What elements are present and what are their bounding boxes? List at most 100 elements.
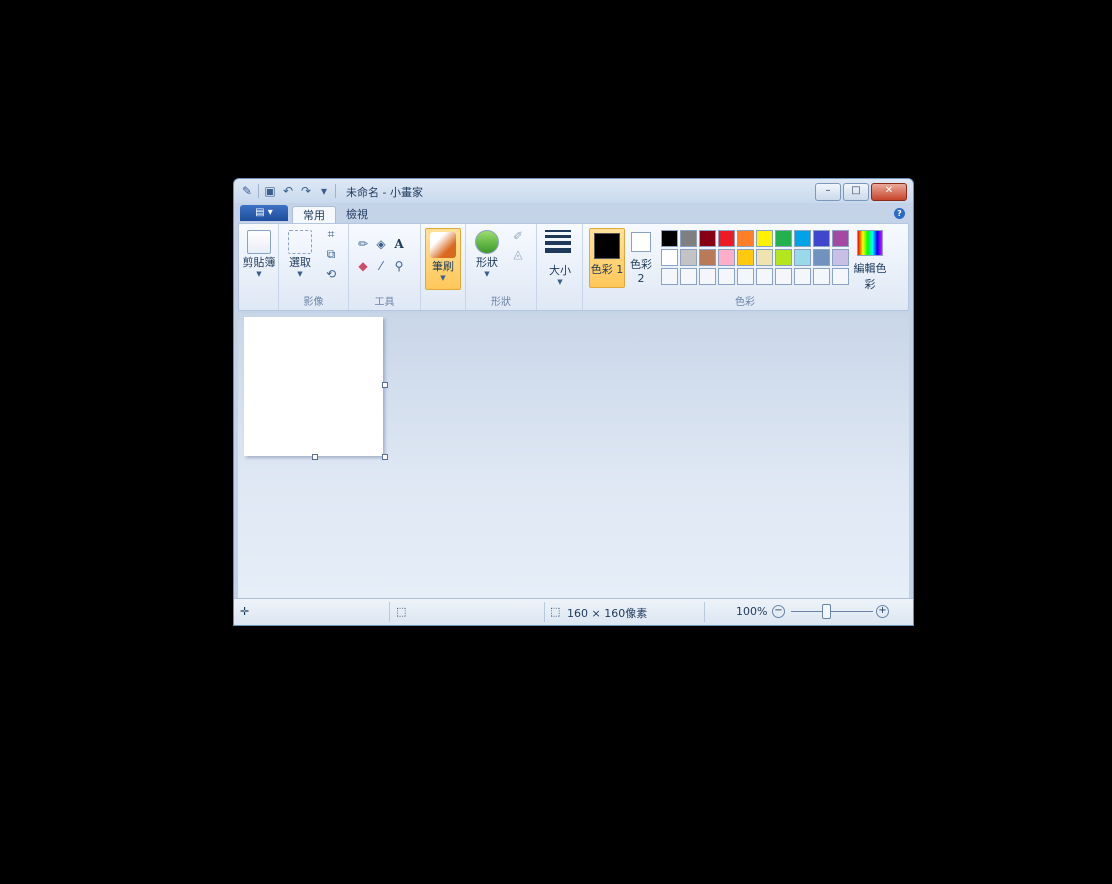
select-rectangle-icon: [288, 230, 312, 254]
color-swatch[interactable]: [661, 268, 678, 285]
close-button[interactable]: ✕: [871, 183, 907, 201]
dropdown-arrow-icon: ▼: [557, 278, 563, 286]
title-bar: ✎ ▣ ↶ ↷ ▾ 未命名 - 小畫家 – □ ✕: [234, 179, 913, 203]
resize-handle-corner[interactable]: [382, 454, 388, 460]
edit-colors-icon: [857, 230, 883, 256]
size-button[interactable]: 大小 ▼: [541, 262, 579, 286]
colors-group: 色彩 1 色彩 2 編輯色彩 色彩: [585, 224, 905, 310]
redo-icon[interactable]: ↷: [299, 184, 313, 198]
color1-button[interactable]: 色彩 1: [589, 228, 625, 288]
select-label: 選取: [289, 256, 311, 269]
select-button[interactable]: 選取 ▼: [283, 230, 317, 278]
color-swatch[interactable]: [794, 268, 811, 285]
zoom-level: 100%: [736, 605, 768, 618]
canvas-area[interactable]: [238, 313, 909, 599]
undo-icon[interactable]: ↶: [281, 184, 295, 198]
color-picker-icon[interactable]: ⁄: [373, 258, 389, 274]
paint-menu-button[interactable]: ▤ ▾: [240, 205, 288, 221]
drawing-canvas[interactable]: [244, 317, 383, 456]
color-swatch[interactable]: [680, 230, 697, 247]
color-swatch[interactable]: [756, 249, 773, 266]
status-bar: ✛ ⬚ ⬚ 160 × 160像素 100% − +: [234, 598, 913, 625]
qat-separator: [258, 184, 259, 198]
color-swatch[interactable]: [832, 268, 849, 285]
window-title: 未命名 - 小畫家: [346, 186, 423, 199]
color-swatch[interactable]: [737, 230, 754, 247]
maximize-button[interactable]: □: [843, 183, 869, 201]
save-icon[interactable]: ▣: [263, 184, 277, 198]
shapes-icon: [475, 230, 499, 254]
color-swatch[interactable]: [756, 230, 773, 247]
zoom-slider-thumb[interactable]: [822, 604, 831, 619]
edit-colors-label: 編輯色彩: [853, 262, 887, 291]
color2-label: 色彩 2: [630, 258, 652, 285]
color-swatch[interactable]: [832, 230, 849, 247]
color-swatch[interactable]: [832, 249, 849, 266]
color-swatch[interactable]: [661, 249, 678, 266]
color-swatch[interactable]: [718, 268, 735, 285]
minimize-button[interactable]: –: [815, 183, 841, 201]
color-swatch[interactable]: [813, 268, 830, 285]
ribbon: 剪貼簿 ▼ 選取 ▼ ⌗ ⧉ ⟲ 影像 ✏ ◈ A ◆ ⁄ ⚲ 工具 筆刷 ▼ …: [238, 223, 909, 311]
color-swatch[interactable]: [813, 249, 830, 266]
crop-icon[interactable]: ⌗: [323, 226, 339, 242]
color-swatch[interactable]: [794, 249, 811, 266]
image-group-label: 影像: [303, 297, 324, 308]
color2-button[interactable]: 色彩 2: [625, 230, 657, 285]
brush-button[interactable]: 筆刷 ▼: [425, 228, 461, 290]
shapes-group: 形狀 ▼ ✐ ◬ 形狀: [465, 224, 537, 310]
shapes-button[interactable]: 形狀 ▼: [470, 230, 504, 278]
status-divider: [704, 602, 705, 622]
clipboard-icon: [247, 230, 271, 254]
color2-swatch: [631, 232, 651, 252]
pencil-icon[interactable]: ✏: [355, 236, 371, 252]
magnifier-icon[interactable]: ⚲: [391, 258, 407, 274]
edit-colors-button[interactable]: 編輯色彩: [849, 230, 891, 292]
ribbon-tabs: ▤ ▾ 常用 檢視 ?: [234, 203, 913, 224]
color-swatch[interactable]: [680, 268, 697, 285]
outline-icon[interactable]: ✐: [510, 228, 526, 244]
shape-fill-icon[interactable]: ◬: [510, 246, 526, 262]
color1-swatch: [594, 233, 620, 259]
help-icon[interactable]: ?: [894, 208, 905, 219]
resize-handle-bottom[interactable]: [312, 454, 318, 460]
color-swatch[interactable]: [794, 230, 811, 247]
color-swatch[interactable]: [718, 230, 735, 247]
color-swatch[interactable]: [756, 268, 773, 285]
tab-view[interactable]: 檢視: [336, 206, 378, 223]
fill-icon[interactable]: ◈: [373, 236, 389, 252]
color-swatch[interactable]: [699, 249, 716, 266]
customize-qat-icon[interactable]: ▾: [317, 184, 331, 198]
resize-icon[interactable]: ⧉: [323, 246, 339, 262]
tab-home[interactable]: 常用: [292, 206, 336, 224]
color-swatch[interactable]: [680, 249, 697, 266]
shapes-group-label: 形狀: [491, 297, 511, 308]
line-size-icon[interactable]: [545, 230, 571, 256]
color-swatch[interactable]: [813, 230, 830, 247]
shapes-label: 形狀: [476, 256, 498, 269]
rotate-icon[interactable]: ⟲: [323, 266, 339, 282]
clipboard-button[interactable]: 剪貼簿 ▼: [241, 230, 277, 278]
zoom-in-button[interactable]: +: [876, 605, 889, 618]
color-swatch[interactable]: [775, 268, 792, 285]
brush-icon: [430, 232, 456, 258]
text-icon[interactable]: A: [391, 236, 407, 252]
paint-app-icon[interactable]: ✎: [240, 184, 254, 198]
color-swatch[interactable]: [737, 268, 754, 285]
tools-group: ✏ ◈ A ◆ ⁄ ⚲ 工具: [349, 224, 421, 310]
tools-group-label: 工具: [374, 297, 395, 308]
eraser-icon[interactable]: ◆: [355, 258, 371, 274]
color-swatch[interactable]: [699, 230, 716, 247]
zoom-slider-track[interactable]: [791, 611, 873, 612]
color-swatch[interactable]: [775, 230, 792, 247]
color-swatch[interactable]: [661, 230, 678, 247]
color1-label: 色彩 1: [590, 263, 624, 276]
brush-label: 筆刷: [432, 260, 454, 273]
color-swatch[interactable]: [718, 249, 735, 266]
color-swatch[interactable]: [699, 268, 716, 285]
zoom-out-button[interactable]: −: [772, 605, 785, 618]
color-swatch[interactable]: [775, 249, 792, 266]
image-group: 選取 ▼ ⌗ ⧉ ⟲ 影像: [279, 224, 349, 310]
resize-handle-right[interactable]: [382, 382, 388, 388]
color-swatch[interactable]: [737, 249, 754, 266]
